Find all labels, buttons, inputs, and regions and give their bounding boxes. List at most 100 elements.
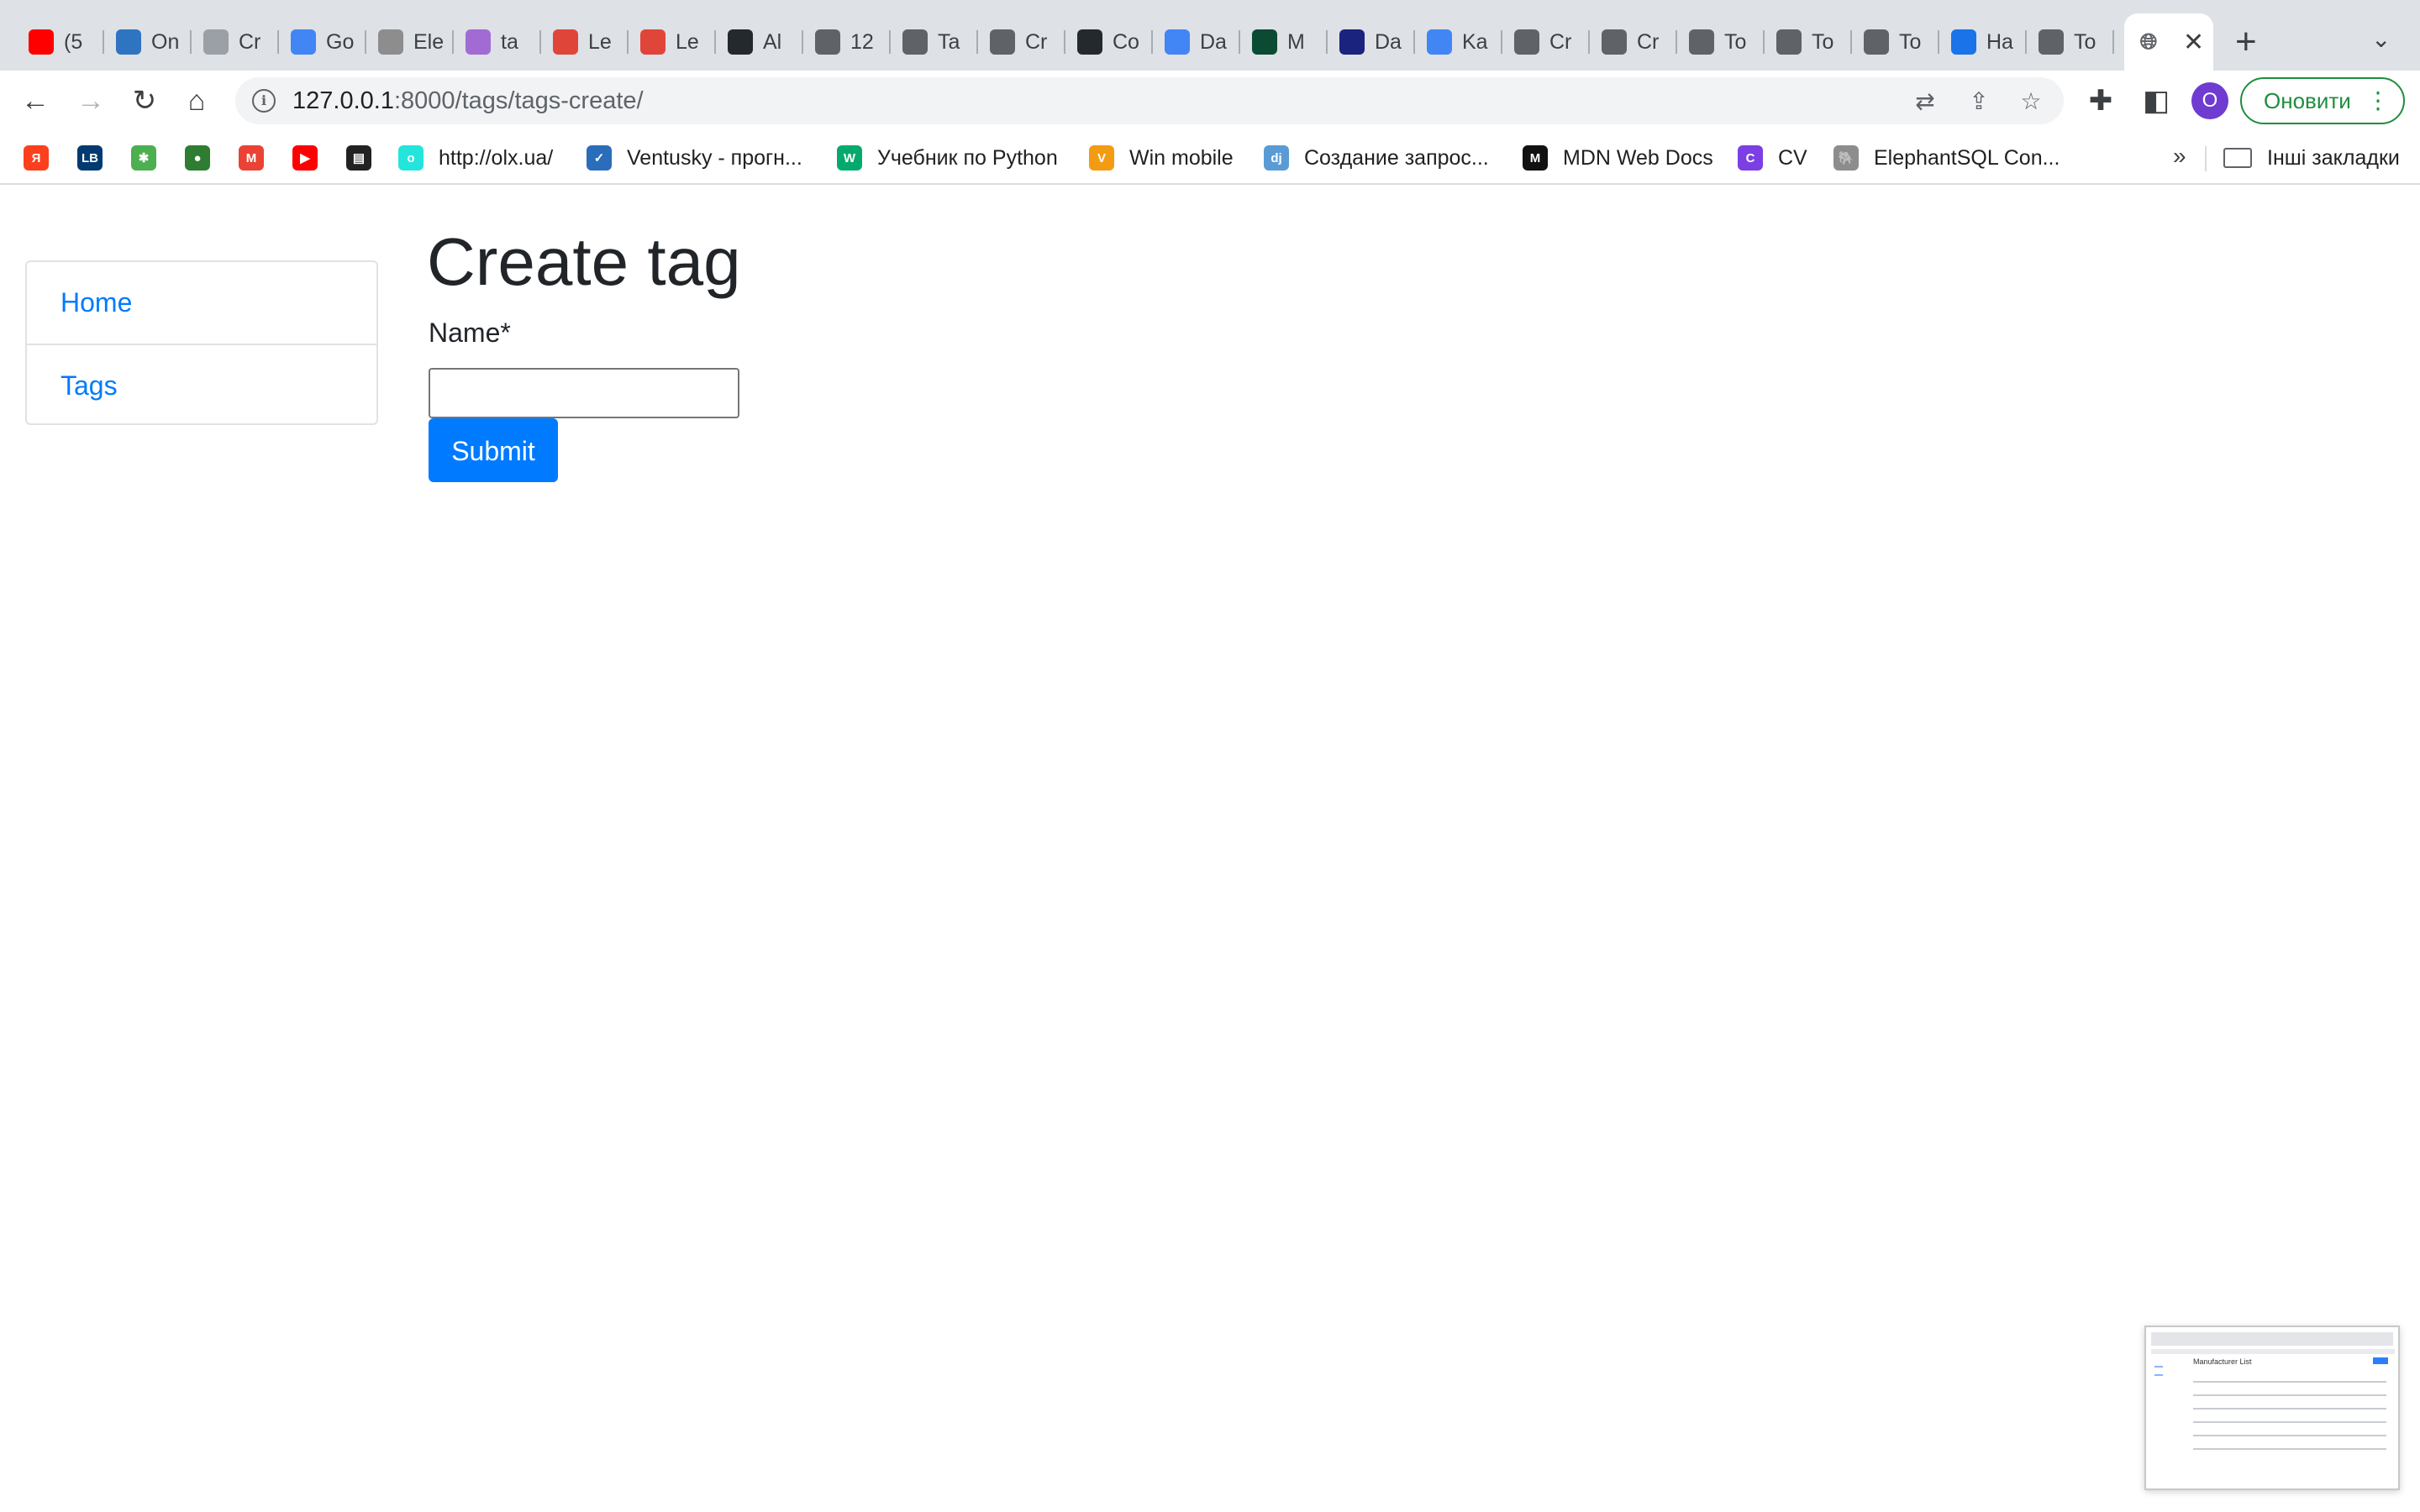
- bookmark-icon-only[interactable]: ✱: [131, 141, 156, 175]
- translate-icon[interactable]: ⇄: [1911, 87, 1939, 116]
- browser-tab[interactable]: Ka: [1415, 18, 1502, 66]
- other-bookmarks-folder[interactable]: Інші закладки: [2223, 141, 2400, 175]
- bookmark-label: Win mobile: [1129, 145, 1234, 170]
- url-text[interactable]: 127.0.0.1:8000/tags/tags-create/: [292, 87, 644, 115]
- submit-button[interactable]: Submit: [429, 418, 558, 482]
- tab-label: Ta: [938, 29, 960, 54]
- h-logo-icon: [466, 29, 491, 55]
- tab-label: Ele: [413, 29, 445, 54]
- forward-arrow-icon[interactable]: →: [74, 84, 108, 118]
- globe-icon: [902, 29, 928, 55]
- bookmark-star-icon[interactable]: ☆: [2017, 87, 2045, 116]
- browser-tab[interactable]: Al: [716, 18, 803, 66]
- name-field-label: Name*: [429, 318, 511, 348]
- browser-tab[interactable]: Ha: [1939, 18, 2027, 66]
- browser-tab[interactable]: Cr: [192, 18, 279, 66]
- browser-tab[interactable]: Le: [541, 18, 629, 66]
- browser-tab[interactable]: ta: [454, 18, 541, 66]
- site-info-icon[interactable]: i: [252, 89, 276, 113]
- bookmark-icon-only[interactable]: ▶: [292, 141, 318, 175]
- browser-tab[interactable]: Le: [629, 18, 716, 66]
- browser-tab[interactable]: Ele: [366, 18, 454, 66]
- lb-icon: LB: [77, 145, 103, 171]
- sidebar-item-home[interactable]: Home: [27, 262, 376, 344]
- bookmark-icon-only[interactable]: M: [239, 141, 264, 175]
- bookmark-icon-only[interactable]: ●: [185, 141, 210, 175]
- browser-tab[interactable]: On: [104, 18, 192, 66]
- github-icon: [1077, 29, 1102, 55]
- globe-icon: [2039, 29, 2064, 55]
- bookmark-item[interactable]: C CV: [1738, 141, 1807, 175]
- tab-label: To: [1724, 29, 1747, 54]
- globe-icon: [1864, 29, 1889, 55]
- tab-active[interactable]: 🌐︎ ✕: [2124, 13, 2213, 71]
- mate-icon: [553, 29, 578, 55]
- tab-divider: [2112, 30, 2114, 54]
- bookmarks-overflow-chevron-icon[interactable]: »: [2173, 143, 2186, 170]
- bookmark-label: http://olx.ua/: [439, 145, 554, 170]
- name-input[interactable]: [429, 368, 739, 418]
- tab-label: Da: [1375, 29, 1402, 54]
- browser-tab[interactable]: To: [1765, 18, 1852, 66]
- browser-tab[interactable]: Co: [1065, 18, 1153, 66]
- browser-tab[interactable]: Go: [279, 18, 366, 66]
- google-icon: [1427, 29, 1452, 55]
- browser-tab[interactable]: Cr: [978, 18, 1065, 66]
- close-tab-icon[interactable]: ✕: [2183, 28, 2204, 57]
- url-path: :8000/tags/tags-create/: [393, 87, 644, 114]
- thumbnail-button: [2373, 1357, 2388, 1364]
- document-icon: [203, 29, 229, 55]
- browser-tab[interactable]: 12: [803, 18, 891, 66]
- browser-tab[interactable]: M: [1240, 18, 1328, 66]
- globe-icon: [815, 29, 840, 55]
- bookmark-item[interactable]: M MDN Web Docs: [1523, 141, 1713, 175]
- tab-search-chevron-icon[interactable]: ⌄: [2371, 25, 2391, 53]
- thumbnail-tabbar: [2151, 1332, 2393, 1346]
- bookmark-icon-only[interactable]: ▤: [346, 141, 371, 175]
- browser-tab[interactable]: To: [1677, 18, 1765, 66]
- bookmark-item[interactable]: o http://olx.ua/: [398, 141, 553, 175]
- tab-label: Le: [676, 29, 699, 54]
- browser-tab[interactable]: Cr: [1590, 18, 1677, 66]
- tab-preview-thumbnail[interactable]: Manufacturer List: [2144, 1326, 2400, 1490]
- address-bar[interactable]: i 127.0.0.1:8000/tags/tags-create/ ⇄ ⇪ ☆: [235, 77, 2064, 124]
- tab-label: Cr: [239, 29, 261, 54]
- profile-avatar[interactable]: O: [2191, 82, 2228, 119]
- star-colorful-icon: ✱: [131, 145, 156, 171]
- bookmark-item[interactable]: ✓ Ventusky - прогн...: [587, 141, 802, 175]
- other-bookmarks-label: Інші закладки: [2267, 145, 2400, 170]
- tab-label: Da: [1200, 29, 1227, 54]
- browser-tab[interactable]: To: [1852, 18, 1939, 66]
- bookmark-item[interactable]: W Учебник по Python: [837, 141, 1058, 175]
- tab-label: M: [1287, 29, 1305, 54]
- share-icon[interactable]: ⇪: [1965, 87, 1993, 116]
- back-arrow-icon[interactable]: ←: [18, 84, 52, 118]
- browser-tab[interactable]: Da: [1328, 18, 1415, 66]
- new-tab-button[interactable]: +: [2235, 18, 2257, 66]
- bookmark-icon-only[interactable]: Я: [24, 141, 49, 175]
- kebab-menu-icon[interactable]: ⋮: [2366, 79, 2390, 123]
- update-button[interactable]: Оновити ⋮: [2240, 77, 2405, 124]
- bookmark-item[interactable]: 🐘 ElephantSQL Con...: [1833, 141, 2060, 175]
- bookmark-item[interactable]: dj Создание запрос...: [1264, 141, 1489, 175]
- browser-tab[interactable]: (5: [17, 18, 104, 66]
- tab-label: Co: [1113, 29, 1139, 54]
- side-panel-icon[interactable]: ◧: [2139, 84, 2173, 118]
- thumbnail-table-line: [2193, 1421, 2386, 1423]
- folder-icon: [2223, 148, 2252, 168]
- browser-tab[interactable]: Cr: [1502, 18, 1590, 66]
- tab-label: On: [151, 29, 180, 54]
- ventusky-icon: ✓: [587, 145, 612, 171]
- home-icon[interactable]: ⌂: [180, 84, 213, 118]
- bookmark-label: Ventusky - прогн...: [627, 145, 802, 170]
- url-host: 127.0.0.1: [292, 87, 394, 114]
- browser-tab[interactable]: Da: [1153, 18, 1240, 66]
- extensions-puzzle-icon[interactable]: ✚: [2084, 84, 2118, 118]
- browser-tab[interactable]: Ta: [891, 18, 978, 66]
- globe-icon: [1776, 29, 1802, 55]
- bookmark-item[interactable]: V Win mobile: [1089, 141, 1234, 175]
- bookmark-icon-only[interactable]: LB: [77, 141, 103, 175]
- reload-icon[interactable]: ↻: [128, 84, 161, 118]
- sidebar-item-tags[interactable]: Tags: [27, 344, 376, 425]
- browser-tab[interactable]: To: [2027, 18, 2114, 66]
